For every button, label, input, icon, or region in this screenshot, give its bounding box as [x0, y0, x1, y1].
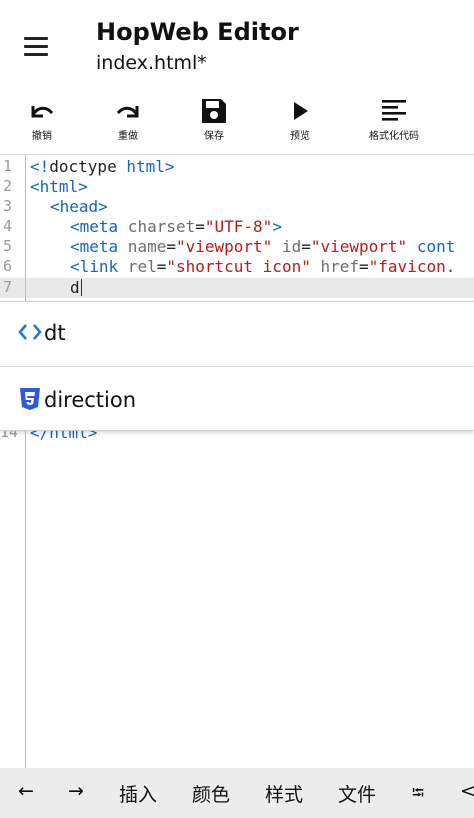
save-button[interactable]: 保存 [174, 94, 254, 152]
undo-icon [31, 106, 54, 118]
autocomplete-item-dt[interactable]: dt [0, 302, 474, 366]
tab-button[interactable]: ⭾ [412, 782, 424, 809]
line-number: 5 [2, 237, 12, 255]
format-code-label: 格式化代码 [369, 131, 419, 142]
line-number: 2 [2, 177, 12, 195]
line-number-gutter: 1 2 3 4 5 6 7 14 [0, 155, 26, 769]
color-button[interactable]: 颜色 [192, 780, 230, 807]
save-label: 保存 [204, 131, 224, 142]
line-number: 1 [2, 157, 12, 175]
format-align-icon [382, 100, 406, 121]
code-line-4: <meta charset="UTF-8"> [70, 217, 282, 236]
line-number: 3 [2, 197, 12, 215]
undo-label: 撤销 [32, 131, 52, 142]
code-line-1: <!doctype html> [30, 157, 175, 176]
menu-icon[interactable] [20, 32, 54, 60]
toolbar: 撤销 重做 保存 预览 格式化代码 [0, 94, 474, 154]
redo-button[interactable]: 重做 [88, 94, 168, 152]
autocomplete-popup: dt direction [0, 301, 474, 431]
less-than-button[interactable]: < [460, 780, 474, 802]
file-name: index.html* [96, 52, 207, 74]
autocomplete-item-label: dt [44, 321, 66, 345]
line-number: 7 [2, 278, 12, 296]
line-number: 4 [2, 217, 12, 235]
redo-icon [116, 106, 139, 118]
code-line-7: d [70, 278, 83, 297]
autocomplete-item-direction[interactable]: direction [0, 367, 474, 431]
insert-button[interactable]: 插入 [119, 780, 157, 807]
text-cursor [80, 279, 83, 296]
file-button[interactable]: 文件 [338, 780, 376, 807]
redo-label: 重做 [118, 131, 138, 142]
autocomplete-item-label: direction [44, 388, 137, 412]
cursor-right-button[interactable]: → [68, 780, 84, 802]
format-code-button[interactable]: 格式化代码 [354, 94, 434, 152]
play-icon [294, 102, 308, 120]
code-line-2: <html> [30, 177, 88, 196]
line-number: 6 [2, 257, 12, 275]
preview-button[interactable]: 预览 [260, 94, 340, 152]
bottom-toolbar: ← → 插入 颜色 样式 文件 ⭾ < [0, 768, 474, 818]
style-button[interactable]: 样式 [265, 780, 303, 807]
preview-label: 预览 [290, 131, 310, 142]
code-line-6: <link rel="shortcut icon" href="favicon. [70, 257, 456, 276]
code-editor[interactable]: 1 2 3 4 5 6 7 14 <!doctype html> <html> … [0, 154, 474, 769]
cursor-left-button[interactable]: ← [18, 780, 34, 802]
save-icon [202, 99, 226, 123]
css3-icon [20, 388, 40, 410]
app-title: HopWeb Editor [96, 18, 299, 46]
html-tag-icon [18, 324, 42, 340]
app-bar: HopWeb Editor index.html* [0, 0, 474, 94]
code-line-5: <meta name="viewport" id="viewport" cont [70, 237, 456, 256]
undo-button[interactable]: 撤销 [2, 94, 82, 152]
code-line-3: <head> [50, 197, 108, 216]
